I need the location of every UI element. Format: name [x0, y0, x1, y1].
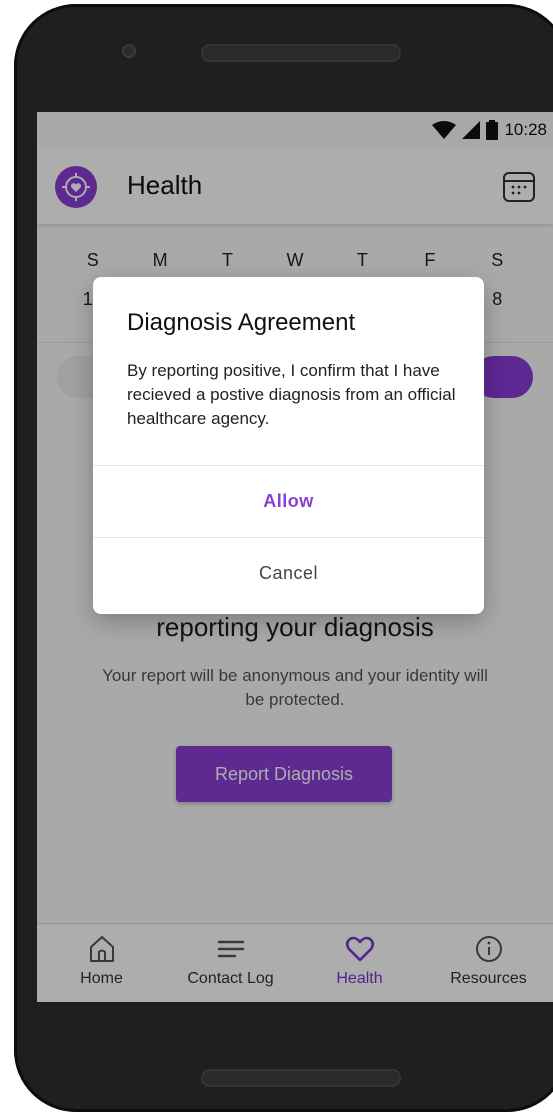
cancel-button[interactable]: Cancel [93, 538, 484, 608]
bottom-speaker [201, 1069, 401, 1087]
top-speaker [201, 44, 401, 62]
screen: 10:28 Health S M T W T F S 8 reporting y… [37, 112, 553, 1002]
allow-button[interactable]: Allow [93, 466, 484, 536]
dialog-body: By reporting positive, I confirm that I … [127, 361, 456, 428]
diagnosis-agreement-dialog: Diagnosis Agreement By reporting positiv… [93, 277, 484, 614]
front-camera [122, 44, 136, 58]
dialog-title: Diagnosis Agreement [127, 309, 356, 336]
